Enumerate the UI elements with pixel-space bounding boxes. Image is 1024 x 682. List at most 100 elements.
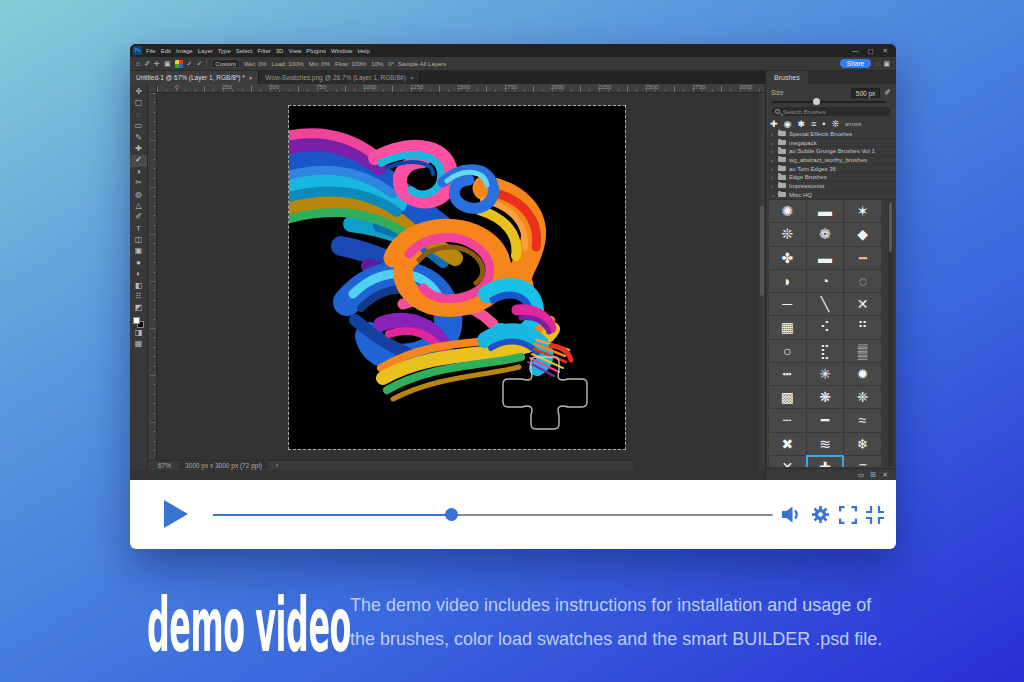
progress-track[interactable] [213, 514, 773, 517]
brush-thumbnail[interactable]: ⣏ [807, 340, 844, 362]
recent-brush-icon[interactable]: ✚ [770, 119, 778, 129]
tool-icon[interactable]: ▭ [130, 121, 147, 132]
brush-thumbnail[interactable]: ○ [769, 340, 806, 362]
brush-thumbnail[interactable]: ✕ [769, 456, 806, 467]
size-slider-knob[interactable] [813, 98, 820, 105]
maximize-button[interactable]: ▢ [867, 47, 873, 55]
brush-thumbnail[interactable]: ◗ [769, 270, 806, 292]
tool-icon[interactable]: ◧ [130, 281, 147, 292]
size-slider[interactable] [772, 101, 886, 103]
close-button[interactable]: ✕ [883, 47, 888, 55]
home-icon[interactable]: ⌂ [136, 60, 140, 67]
tool-icon[interactable]: T [130, 224, 147, 235]
menu-image[interactable]: Image [176, 48, 193, 54]
recent-brush-icon[interactable]: • [822, 119, 825, 129]
document-tab[interactable]: Untitled-1 @ 67% (Layer 1, RGB/8*) *× [130, 71, 259, 84]
size-value[interactable]: 500 px [851, 88, 881, 98]
menu-type[interactable]: Type [218, 48, 231, 54]
play-button[interactable] [164, 500, 188, 528]
brush-thumbnail[interactable]: ⠛ [844, 316, 881, 338]
tool-icon[interactable]: ◩ [130, 303, 147, 314]
tool-icon[interactable]: ◐ [130, 269, 147, 280]
brush-thumbnail[interactable]: ▬ [807, 247, 844, 269]
tool-icon[interactable]: ◨ [130, 328, 147, 339]
brush-thumbnail[interactable]: ✕ [844, 293, 881, 315]
tool-icon[interactable]: ● [130, 258, 147, 269]
brush-thumbnail[interactable]: ▬ [807, 200, 844, 222]
brush-thumbnail[interactable]: ❁ [807, 223, 844, 245]
brush-thumbnail[interactable]: ❋ [807, 386, 844, 408]
tool-icon[interactable]: ✜ [130, 87, 147, 98]
foreground-background-colors[interactable] [133, 317, 144, 328]
collapse-icon[interactable] [866, 506, 884, 524]
document-tab[interactable]: Wow-Swatches.png @ 26.7% (Layer 1, RGB/8… [259, 71, 420, 84]
brush-thumbnail[interactable]: ✳ [807, 363, 844, 385]
tool-icon[interactable]: ✐ [130, 212, 147, 223]
tool-icon[interactable]: ▣ [130, 246, 147, 257]
menu-layer[interactable]: Layer [198, 48, 213, 54]
minimize-button[interactable]: — [852, 47, 859, 55]
zoom-level[interactable]: 67% [158, 462, 171, 469]
menu-filter[interactable]: Filter [257, 48, 270, 54]
brush-thumbnail[interactable]: ┉ [844, 247, 881, 269]
brush-thumbnail[interactable]: ❊ [769, 223, 806, 245]
progress-knob[interactable] [445, 508, 458, 521]
tool-icon[interactable]: ▢ [130, 98, 147, 109]
status-chevron[interactable]: › [276, 462, 278, 469]
menu-file[interactable]: File [146, 48, 156, 54]
tool-icon[interactable]: ⠿ [130, 292, 147, 303]
brush-thumbnail[interactable]: ┅ [769, 363, 806, 385]
recent-brush-icon[interactable]: ✱ [797, 119, 805, 129]
brush-folder-row[interactable]: ›ao Subtle Grunge Brushes Vol 1 [766, 147, 896, 156]
brush-thumbnail[interactable]: ✖ [769, 433, 806, 455]
brush-thumbnail[interactable]: ━ [807, 409, 844, 431]
menu-help[interactable]: Help [357, 48, 369, 54]
search-icon[interactable]: ◌ [875, 60, 879, 67]
add-brush-icon[interactable]: ✛ [154, 60, 160, 68]
tab-close-icon[interactable]: × [249, 75, 253, 81]
brush-thumbnail[interactable]: ┄ [769, 409, 806, 431]
brush-folder-row[interactable]: ›wg_abstract_worthy_brushes [766, 156, 896, 165]
toggle2-icon[interactable]: ✓ [196, 60, 202, 68]
brushes-panel-tab[interactable]: Brushes [766, 71, 808, 84]
delete-brush-icon[interactable]: ✕ [882, 471, 888, 479]
tool-icon[interactable]: ✚ [130, 144, 147, 155]
panel-scrollbar[interactable] [888, 200, 893, 467]
fullscreen-icon[interactable] [839, 506, 857, 524]
menu-3d[interactable]: 3D [276, 48, 284, 54]
brush-thumbnail[interactable]: ✹ [844, 363, 881, 385]
recent-brush-icon[interactable]: ❊ [831, 119, 839, 129]
tool-icon[interactable]: ◑ [130, 167, 147, 178]
new-group-icon[interactable]: ▭ [858, 471, 865, 479]
brush-thumbnail[interactable]: ≋ [807, 433, 844, 455]
recent-brush-icon[interactable]: ◉ [784, 119, 792, 129]
tool-icon[interactable]: ✂ [130, 178, 147, 189]
brush-preset-icon[interactable]: ✐ [144, 60, 150, 68]
brush-thumbnail[interactable]: ❈ [844, 386, 881, 408]
brush-folder-row[interactable]: ›ao Torn Edges 36 [766, 165, 896, 174]
brush-thumbnail[interactable]: ≈ [844, 409, 881, 431]
color-swatch-icon[interactable] [175, 60, 183, 68]
folder-icon[interactable]: ▣ [164, 60, 171, 68]
brush-thumbnail[interactable]: ✶ [844, 200, 881, 222]
tool-icon[interactable]: ✓ [130, 155, 147, 166]
tool-icon[interactable]: ◌ [130, 110, 147, 121]
brush-thumbnail[interactable]: ╲ [807, 293, 844, 315]
workspace-icon[interactable]: ▣ [883, 60, 890, 68]
tool-icon[interactable]: ▦ [130, 339, 147, 350]
menu-view[interactable]: View [288, 48, 301, 54]
volume-icon[interactable] [782, 506, 802, 523]
menu-edit[interactable]: Edit [161, 48, 171, 54]
recent-brush-icon[interactable]: ≡ [811, 119, 816, 129]
menu-select[interactable]: Select [236, 48, 253, 54]
brush-thumbnail[interactable]: ✺ [769, 200, 806, 222]
brush-search-field[interactable]: Search Brushes [771, 107, 891, 116]
brush-thumbnail[interactable]: ✚ [807, 456, 844, 467]
brush-thumbnail[interactable]: ❄ [844, 433, 881, 455]
brush-thumbnail[interactable]: ◌ [844, 270, 881, 292]
brush-thumbnail[interactable]: ▩ [769, 386, 806, 408]
tool-icon[interactable]: ✎ [130, 133, 147, 144]
brush-thumbnail[interactable]: ▦ [769, 316, 806, 338]
brush-thumbnail[interactable]: ◆ [844, 223, 881, 245]
share-button[interactable]: Share [840, 59, 871, 68]
